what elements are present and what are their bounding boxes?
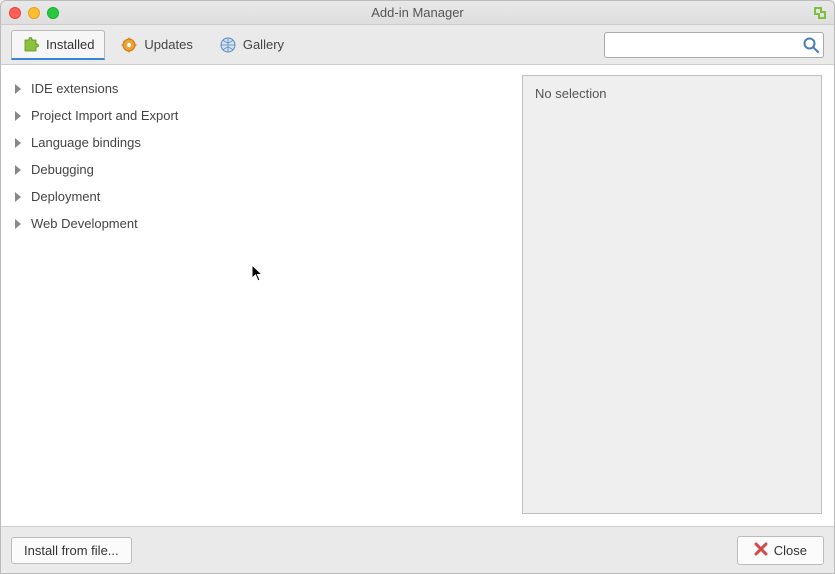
minimize-window-button[interactable] [28,7,40,19]
category-label: Web Development [31,216,138,231]
tab-gallery-label: Gallery [243,37,284,52]
zoom-window-button[interactable] [47,7,59,19]
tab-updates[interactable]: Updates [109,30,203,60]
window-title: Add-in Manager [1,5,834,20]
chevron-right-icon [15,219,21,229]
category-web-development[interactable]: Web Development [9,210,510,237]
close-window-button[interactable] [9,7,21,19]
tab-updates-label: Updates [144,37,192,52]
category-label: Debugging [31,162,94,177]
close-button[interactable]: Close [737,536,824,565]
chevron-right-icon [15,111,21,121]
category-label: Deployment [31,189,100,204]
install-from-file-button[interactable]: Install from file... [11,537,132,564]
toolbar: Installed Updates Gallery [1,25,834,65]
close-label: Close [774,543,807,558]
tab-installed[interactable]: Installed [11,30,105,60]
chevron-right-icon [15,84,21,94]
tab-gallery[interactable]: Gallery [208,30,295,60]
content-area: IDE extensions Project Import and Export… [1,65,834,527]
addin-manager-window: Add-in Manager Installed Updates Gallery [0,0,835,574]
category-tree: IDE extensions Project Import and Export… [1,65,518,526]
puzzle-icon [22,35,40,53]
category-ide-extensions[interactable]: IDE extensions [9,75,510,102]
chevron-right-icon [15,192,21,202]
updates-gear-icon [120,36,138,54]
category-project-import-export[interactable]: Project Import and Export [9,102,510,129]
globe-icon [219,36,237,54]
category-label: Language bindings [31,135,141,150]
search-wrap [604,32,824,58]
chevron-right-icon [15,138,21,148]
category-label: IDE extensions [31,81,118,96]
app-icon [812,5,828,21]
footer: Install from file... Close [1,527,834,573]
window-controls [1,7,59,19]
category-deployment[interactable]: Deployment [9,183,510,210]
close-x-icon [754,542,768,559]
tab-installed-label: Installed [46,37,94,52]
details-panel: No selection [522,75,822,514]
chevron-right-icon [15,165,21,175]
details-empty-text: No selection [535,86,607,101]
titlebar: Add-in Manager [1,1,834,25]
category-language-bindings[interactable]: Language bindings [9,129,510,156]
category-label: Project Import and Export [31,108,178,123]
category-debugging[interactable]: Debugging [9,156,510,183]
install-from-file-label: Install from file... [24,543,119,558]
search-input[interactable] [604,32,824,58]
